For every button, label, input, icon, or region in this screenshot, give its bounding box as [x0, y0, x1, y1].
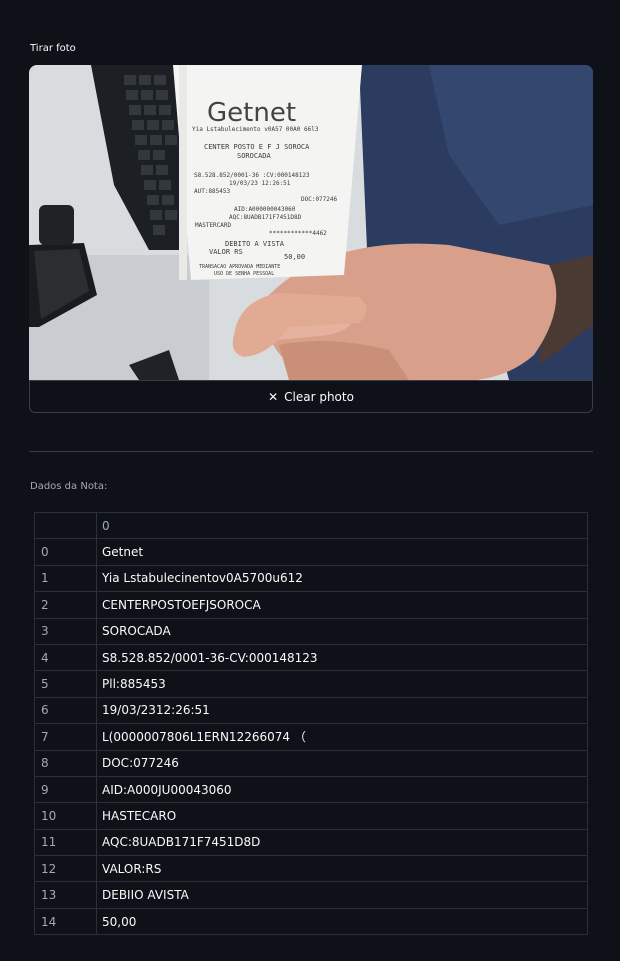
row-value[interactable]: 19/03/2312:26:51 [96, 696, 588, 725]
row-index: 8 [34, 749, 97, 777]
row-index: 0 [34, 538, 97, 566]
row-index: 9 [34, 775, 97, 804]
table-row[interactable]: 12 VALOR:RS [34, 855, 588, 883]
receipt-line: MASTERCARD [195, 222, 232, 229]
column-header[interactable]: 0 [96, 511, 588, 540]
row-index: 12 [34, 855, 97, 883]
row-index: 1 [34, 564, 97, 593]
clear-photo-label: Clear photo [284, 389, 354, 404]
table-row[interactable]: 9 AID:A000JU00043060 [34, 775, 588, 804]
row-value[interactable]: CENTERPOSTOEFJSOROCA [96, 591, 588, 619]
receipt-line: SOROCADA [237, 152, 272, 160]
row-value[interactable]: Getnet [96, 538, 588, 566]
table-row[interactable]: 8 DOC:077246 [34, 749, 588, 777]
row-value[interactable]: S8.528.852/0001-36-CV:000148123 [96, 643, 588, 672]
table-row[interactable]: 10 HASTECARO [34, 802, 588, 830]
data-table: 0 0 Getnet 1 Yia Lstabulecinentov0A5700u612… [34, 511, 588, 936]
receipt-line: AQC:8UADB171F7451D8D [229, 214, 302, 221]
receipt-line: Yia Lstabulecimento v0A57 00A0 66l3 [192, 126, 319, 133]
index-header-cell [34, 511, 97, 540]
row-value[interactable]: VALOR:RS [96, 855, 588, 883]
receipt-line: TRANSACAO APROVADA MEDIANTE [199, 264, 280, 270]
receipt-brand: Getnet [207, 98, 296, 128]
x-icon: ✕ [268, 389, 279, 404]
row-value[interactable]: Pll:885453 [96, 670, 588, 698]
table-row[interactable]: 1 Yia Lstabulecinentov0A5700u612 [34, 564, 588, 593]
table-header-row: 0 [34, 511, 588, 540]
table-row[interactable]: 5 Pll:885453 [34, 670, 588, 698]
row-value[interactable]: L(0000007806L1ERN12266074 （ [96, 723, 588, 751]
row-index: 4 [34, 643, 97, 672]
receipt-line: DEBITO A VISTA [225, 240, 285, 248]
row-index: 11 [34, 828, 97, 857]
row-index: 13 [34, 881, 97, 909]
row-index: 7 [34, 723, 97, 751]
row-value[interactable]: SOROCADA [96, 617, 588, 645]
receipt-line: AID:A000000043060 [234, 206, 296, 213]
row-index: 5 [34, 670, 97, 698]
row-index: 10 [34, 802, 97, 830]
table-row[interactable]: 11 AQC:8UADB171F7451D8D [34, 828, 588, 857]
row-value[interactable]: HASTECARO [96, 802, 588, 830]
receipt-line: 50,00 [284, 253, 305, 261]
row-value[interactable]: AQC:8UADB171F7451D8D [96, 828, 588, 857]
row-index: 2 [34, 591, 97, 619]
clear-photo-button[interactable]: ✕ Clear photo [29, 380, 593, 413]
table-row[interactable]: 14 50,00 [34, 907, 588, 936]
table-row[interactable]: 7 L(0000007806L1ERN12266074 （ [34, 723, 588, 751]
row-index: 6 [34, 696, 97, 725]
receipt-line: CENTER POSTO E F J SOROCA [204, 143, 310, 151]
divider [29, 451, 593, 452]
table-row[interactable]: 2 CENTERPOSTOEFJSOROCA [34, 591, 588, 619]
row-value[interactable]: AID:A000JU00043060 [96, 775, 588, 804]
receipt-line: ************4462 [269, 230, 327, 237]
receipt-line: S8.528.852/0001-36 :CV:000148123 [194, 172, 310, 179]
table-row[interactable]: 0 Getnet [34, 538, 588, 566]
receipt-line: USO DE SENHA PESSOAL [214, 271, 274, 277]
receipt-line: VALOR RS [209, 248, 243, 256]
row-value[interactable]: DOC:077246 [96, 749, 588, 777]
captured-photo: Getnet Yia Lstabulecimento v0A57 00A0 66… [29, 65, 593, 380]
row-index: 3 [34, 617, 97, 645]
row-value[interactable]: Yia Lstabulecinentov0A5700u612 [96, 564, 588, 593]
table-row[interactable]: 6 19/03/2312:26:51 [34, 696, 588, 725]
table-row[interactable]: 4 S8.528.852/0001-36-CV:000148123 [34, 643, 588, 672]
row-value[interactable]: DEBIIO AVISTA [96, 881, 588, 909]
receipt-line: AUT:885453 [194, 188, 231, 195]
row-value[interactable]: 50,00 [96, 907, 588, 936]
data-section-label: Dados da Nota: [30, 481, 108, 492]
receipt-line: DOC:077246 [301, 196, 338, 203]
row-index: 14 [34, 907, 97, 936]
camera-input-label: Tirar foto [30, 43, 76, 54]
receipt-line: 19/03/23 12:26:51 [229, 180, 291, 187]
table-row[interactable]: 13 DEBIIO AVISTA [34, 881, 588, 909]
table-row[interactable]: 3 SOROCADA [34, 617, 588, 645]
